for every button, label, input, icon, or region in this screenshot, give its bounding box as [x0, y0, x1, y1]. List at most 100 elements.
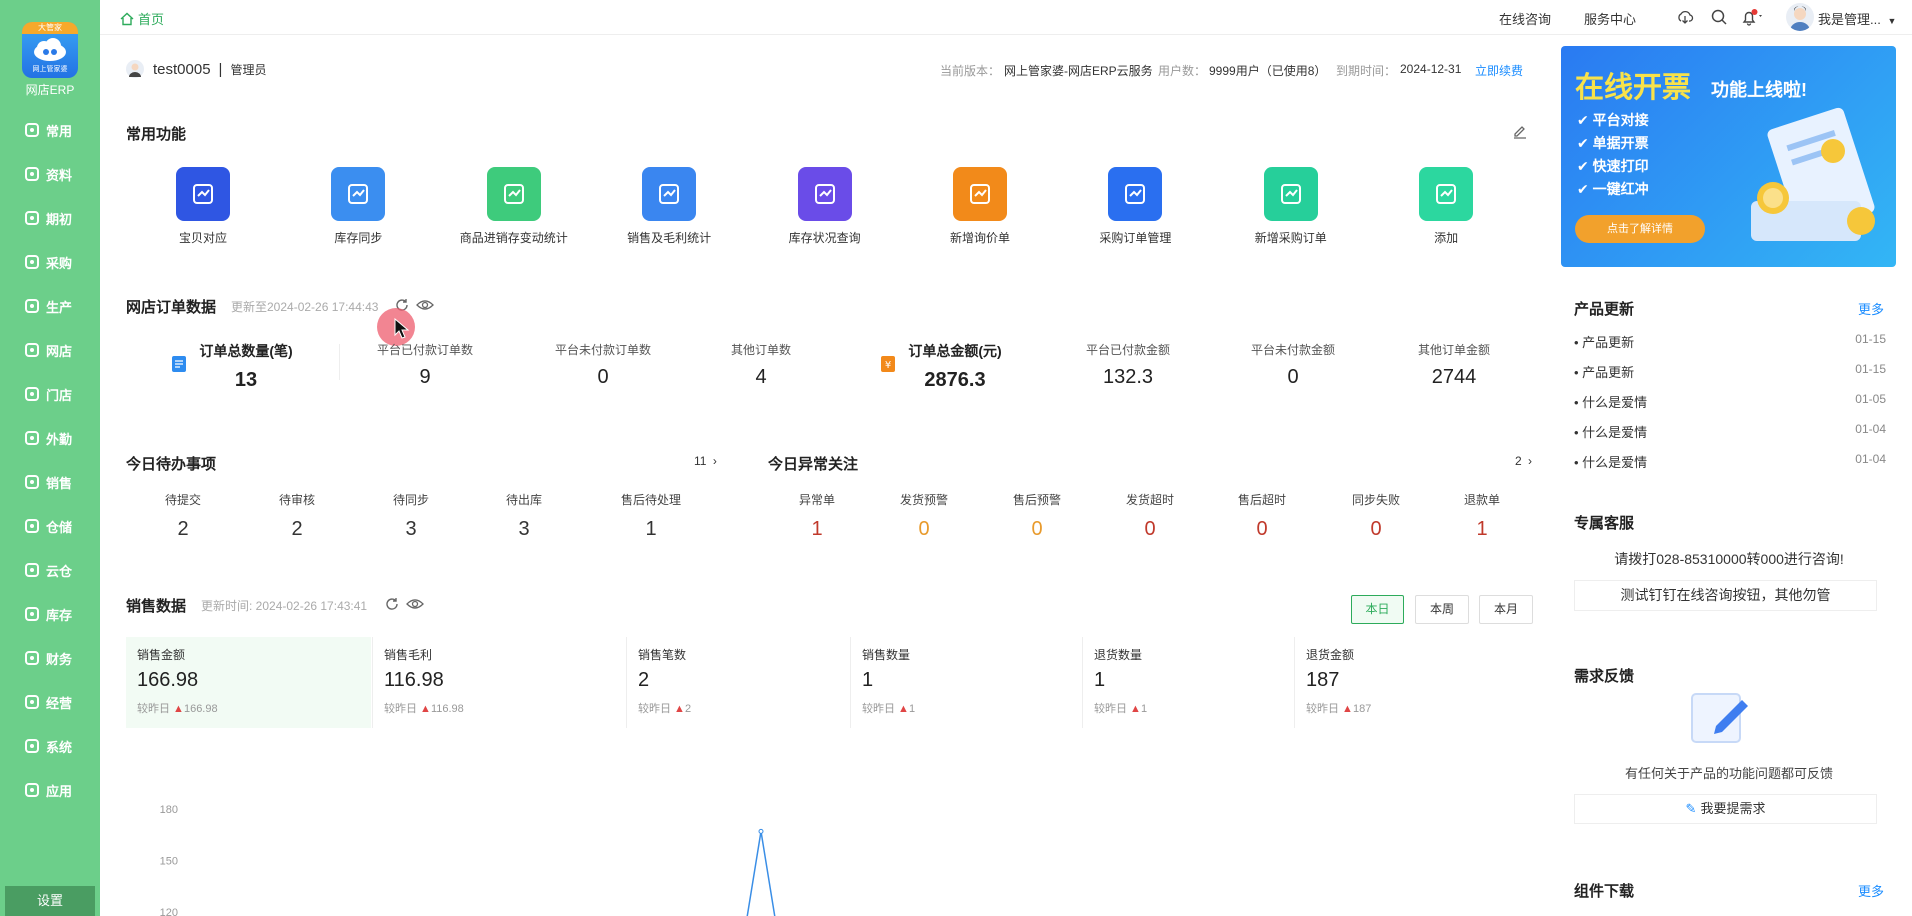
function-item-2[interactable]: 商品进销存变动统计 — [444, 167, 584, 246]
update-item-1[interactable]: • 产品更新 01-15 — [1574, 362, 1886, 381]
bullet-icon: • — [1574, 335, 1583, 350]
function-item-1[interactable]: 库存同步 — [288, 167, 428, 246]
sales-card-compare: 较昨日 ▲166.98 — [137, 700, 360, 716]
todo-item-2[interactable]: 待同步 3 — [366, 491, 456, 541]
sidebar-item-5[interactable]: 网店 — [24, 340, 72, 360]
online-consult-link[interactable]: 在线咨询 — [1499, 9, 1551, 28]
sidebar-item-7[interactable]: 外勤 — [24, 428, 72, 448]
sidebar-item-4[interactable]: 生产 — [24, 296, 72, 316]
user-menu[interactable]: 我是管理... ▼ — [1818, 9, 1896, 28]
sales-card-5[interactable]: 退货金额 187 较昨日 ▲187 — [1294, 637, 1533, 728]
cloud-download-icon[interactable] — [1676, 8, 1694, 26]
update-item-4[interactable]: • 什么是爱情 01-04 — [1574, 452, 1886, 471]
period-month-button[interactable]: 本月 — [1479, 595, 1533, 624]
updates-more-link[interactable]: 更多 — [1858, 299, 1884, 318]
abnormal-item-4[interactable]: 售后超时 0 — [1217, 491, 1307, 541]
function-item-0[interactable]: 宝贝对应 — [133, 167, 273, 246]
user-avatar[interactable] — [1786, 3, 1814, 31]
update-item-2[interactable]: • 什么是爱情 01-05 — [1574, 392, 1886, 411]
sales-icon — [24, 474, 40, 490]
abnormal-item-6[interactable]: 退款单 1 — [1437, 491, 1527, 541]
location-icon — [24, 430, 40, 446]
edit-icon[interactable] — [1512, 124, 1528, 140]
sidebar-item-12[interactable]: 财务 — [24, 648, 72, 668]
abnormal-label: 发货预警 — [899, 493, 948, 507]
sales-card-label: 销售数量 — [862, 648, 911, 662]
function-item-8[interactable]: 添加 — [1376, 167, 1516, 246]
abnormal-item-2[interactable]: 售后预警 0 — [992, 491, 1082, 541]
sidebar-item-13[interactable]: 经营 — [24, 692, 72, 712]
settings-button[interactable]: 设置 — [5, 886, 95, 916]
todo-item-0[interactable]: 待提交 2 — [138, 491, 228, 541]
sales-card-2[interactable]: 销售笔数 2 较昨日 ▲2 — [626, 637, 849, 728]
app-logo[interactable]: 大管家 网上管家婆 — [22, 22, 78, 78]
banner-detail-button[interactable]: 点击了解详情 — [1575, 215, 1705, 243]
abnormal-item-1[interactable]: 发货预警 0 — [879, 491, 969, 541]
sidebar-item-8[interactable]: 销售 — [24, 472, 72, 492]
function-label: 新增采购订单 — [1254, 231, 1327, 245]
sales-card-delta: 2 — [684, 703, 692, 715]
bell-icon[interactable] — [1740, 8, 1766, 26]
sales-card-3[interactable]: 销售数量 1 较昨日 ▲1 — [850, 637, 1081, 728]
period-today-button[interactable]: 本日 — [1351, 595, 1404, 624]
todo-item-3[interactable]: 待出库 3 — [479, 491, 569, 541]
warehouse-icon — [24, 518, 40, 534]
sales-card-delta: 166.98 — [183, 703, 218, 715]
sidebar-item-2[interactable]: 期初 — [24, 208, 72, 228]
todo-item-1[interactable]: 待审核 2 — [252, 491, 342, 541]
abnormal-item-0[interactable]: 异常单 1 — [772, 491, 862, 541]
check-icon: ✔ — [1577, 181, 1593, 197]
todo-count-link[interactable]: 11 › — [694, 454, 717, 468]
sidebar-item-3[interactable]: 采购 — [24, 252, 72, 272]
search-icon[interactable] — [1710, 8, 1728, 26]
sidebar-item-14[interactable]: 系统 — [24, 736, 72, 756]
sales-card-0[interactable]: 销售金额 166.98 较昨日 ▲166.98 — [126, 637, 371, 728]
function-item-6[interactable]: 采购订单管理 — [1065, 167, 1205, 246]
function-item-5[interactable]: 新增询价单 — [910, 167, 1050, 246]
function-item-4[interactable]: 库存状况查询 — [755, 167, 895, 246]
refresh-icon[interactable] — [384, 596, 400, 612]
trend-up-icon: ▲ — [671, 703, 685, 715]
abnormal-value: 0 — [1256, 518, 1268, 540]
abnormal-item-5[interactable]: 同步失败 0 — [1331, 491, 1421, 541]
function-icon — [1108, 167, 1163, 221]
dingtalk-consult-button[interactable]: 测试钉钉在线咨询按钮，其他勿管 — [1574, 580, 1877, 611]
invoice-banner[interactable]: 在线开票 功能上线啦! 点击了解详情 ✔ 平台对接 ✔ 单据开票 ✔ 快速打印 ✔ 一… — [1561, 46, 1896, 267]
order-stat-value: 9 — [419, 366, 431, 388]
order-stat-label: 平台未付款订单数 — [554, 343, 651, 357]
sidebar-item-10[interactable]: 云仓 — [24, 560, 72, 580]
todo-label: 售后待处理 — [620, 493, 681, 507]
order-stat-value: 132.3 — [1102, 366, 1154, 388]
function-item-7[interactable]: 新增采购订单 — [1221, 167, 1361, 246]
feedback-submit-button[interactable]: ✎ 我要提需求 — [1574, 794, 1877, 824]
abnormal-count-link[interactable]: 2 › — [1515, 454, 1532, 468]
sidebar-item-6[interactable]: 门店 — [24, 384, 72, 404]
sales-card-1[interactable]: 销售毛利 116.98 较昨日 ▲116.98 — [372, 637, 625, 728]
eye-icon[interactable] — [406, 596, 424, 612]
todo-label: 待同步 — [392, 493, 429, 507]
order-stat-label: 其他订单数 — [730, 343, 791, 357]
renew-link[interactable]: 立即续费 — [1475, 62, 1523, 79]
sales-card-value: 166.98 — [137, 669, 199, 691]
sidebar-item-9[interactable]: 仓储 — [24, 516, 72, 536]
service-title: 专属客服 — [1574, 515, 1635, 532]
sidebar-item-1[interactable]: 资料 — [24, 164, 72, 184]
service-center-link[interactable]: 服务中心 — [1584, 9, 1636, 28]
sales-card-4[interactable]: 退货数量 1 较昨日 ▲1 — [1082, 637, 1293, 728]
abnormal-value: 0 — [1144, 518, 1156, 540]
abnormal-item-3[interactable]: 发货超时 0 — [1105, 491, 1195, 541]
update-item-3[interactable]: • 什么是爱情 01-04 — [1574, 422, 1886, 441]
update-item-0[interactable]: • 产品更新 01-15 — [1574, 332, 1886, 351]
sidebar-item-15[interactable]: 应用 — [24, 780, 72, 800]
todo-item-4[interactable]: 售后待处理 1 — [606, 491, 696, 541]
period-week-button[interactable]: 本周 — [1415, 595, 1469, 624]
finance-icon — [24, 650, 40, 666]
sidebar-item-0[interactable]: 常用 — [24, 120, 72, 140]
trend-up-icon: ▲ — [1127, 703, 1141, 715]
order-stat-0: 订单总数量(笔) 13 — [166, 341, 326, 392]
downloads-more-link[interactable]: 更多 — [1858, 881, 1884, 900]
eye-icon[interactable] — [416, 297, 434, 313]
function-item-3[interactable]: 销售及毛利统计 — [599, 167, 739, 246]
tab-home[interactable]: 首页 — [120, 9, 164, 28]
sidebar-item-11[interactable]: 库存 — [24, 604, 72, 624]
